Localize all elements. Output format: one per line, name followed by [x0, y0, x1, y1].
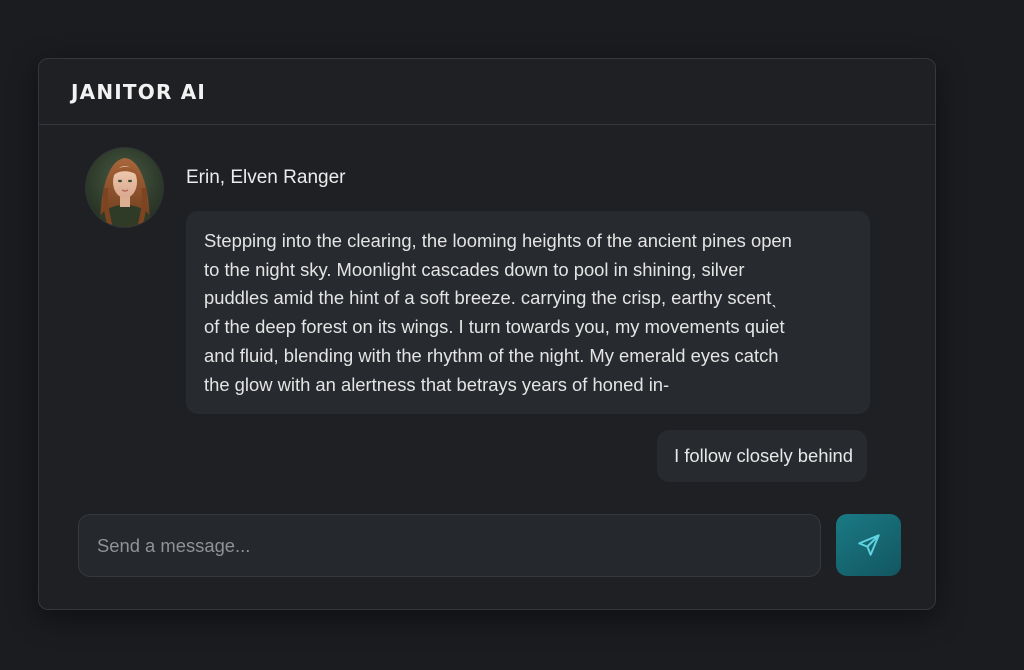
app-title: JANITOR AI — [71, 79, 207, 104]
send-icon — [857, 534, 880, 556]
user-message-bubble: I follow closely behind — [657, 430, 867, 482]
message-line: Stepping into the clearing, the looming … — [204, 230, 792, 251]
user-message-text: I follow closely behind — [674, 445, 853, 466]
character-avatar[interactable] — [86, 148, 163, 227]
character-name: Erin, Elven Ranger — [186, 167, 346, 188]
chat-panel: JANITOR AI Erin, Elven Ranger Stepping i… — [38, 58, 936, 610]
message-line: puddles amid the hint of a soft breeze. … — [204, 287, 778, 309]
message-input[interactable] — [78, 514, 821, 577]
message-line: and fluid, blending with the rhythm of t… — [204, 344, 779, 366]
chat-header: JANITOR AI — [39, 59, 935, 125]
message-line: to the night sky. Moonlight cascades dow… — [204, 258, 745, 280]
message-line: of the deep forest on its wings. I turn … — [204, 316, 785, 338]
message-line: the glow with an alertness that betrays … — [204, 373, 670, 395]
avatar-portrait — [86, 148, 163, 227]
send-button[interactable] — [836, 514, 901, 576]
character-message-bubble: Stepping into the clearing, the looming … — [186, 211, 870, 414]
